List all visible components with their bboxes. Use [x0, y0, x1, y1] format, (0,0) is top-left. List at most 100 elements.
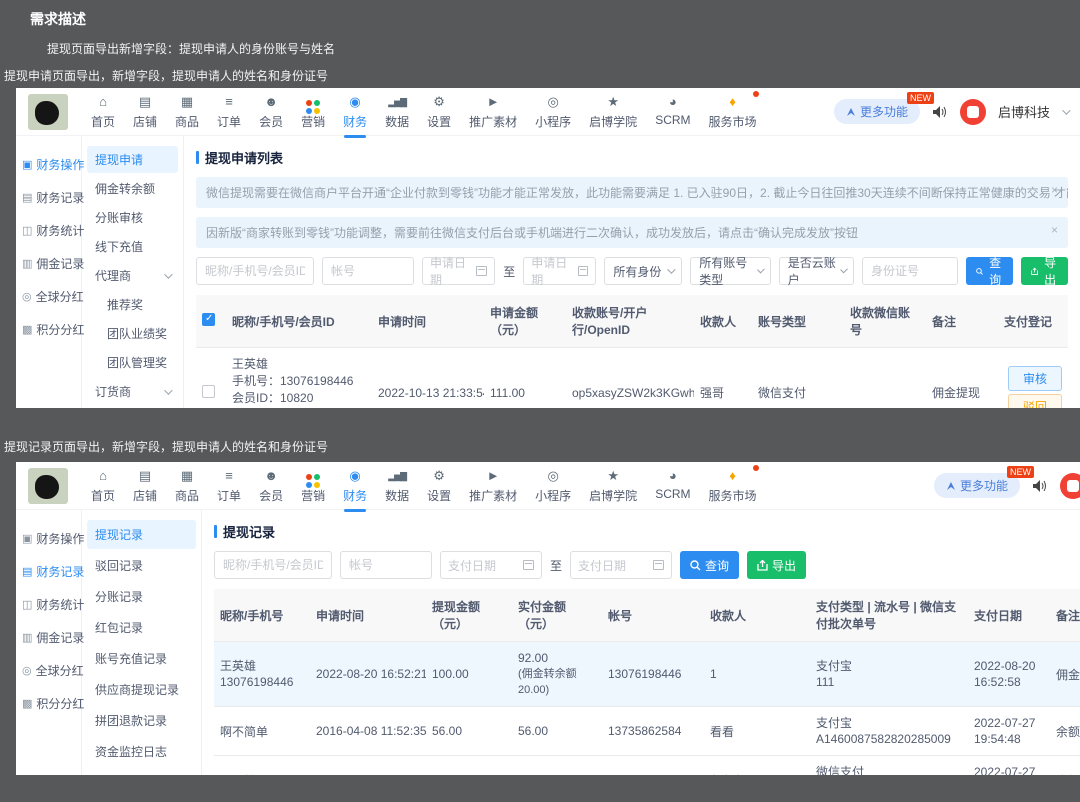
- sidebar-item-global-dividend[interactable]: ◎ 全球分红: [16, 654, 84, 687]
- account-input[interactable]: [340, 551, 432, 579]
- close-icon[interactable]: [1051, 223, 1058, 237]
- submenu-item[interactable]: 团队业绩奖: [87, 320, 178, 347]
- nav-item-miniprogram[interactable]: ◎ 小程序: [526, 94, 580, 130]
- account-type-select[interactable]: 所有账号类型: [690, 256, 771, 287]
- nav-item-orders[interactable]: ≡ 订单: [208, 94, 250, 130]
- sidebar-item-points-dividend[interactable]: ▩ 积分分红: [16, 687, 84, 720]
- submenu-item[interactable]: 推荐奖: [87, 407, 178, 408]
- nav-item-scrm[interactable]: ◕ SCRM: [646, 468, 699, 501]
- bar-chart-icon: ▂▅▇: [388, 96, 407, 107]
- submenu-item[interactable]: 推荐奖: [87, 291, 178, 318]
- sidebar-item-global-dividend[interactable]: ◎ 全球分红: [16, 280, 84, 313]
- nav-item-market[interactable]: ♦ 服务市场: [700, 464, 766, 504]
- sidebar-item-finance-stats[interactable]: ◫ 财务统计: [16, 588, 84, 621]
- account-number: [602, 755, 704, 775]
- submenu-item[interactable]: 分账记录: [87, 582, 196, 611]
- sidebar-groups: ▣ 财务操作 ▤ 财务记录 ◫ 财务统计 ▥ 佣金记录 ◎ 全球分红 ▩ 积分分红: [16, 510, 84, 775]
- apply-date-end-input[interactable]: 申请日期: [523, 256, 597, 287]
- sidebar-item-finance-stats[interactable]: ◫ 财务统计: [16, 214, 84, 247]
- pay-date-start-input[interactable]: 支付日期: [440, 551, 542, 579]
- nav-item-shop[interactable]: ▤ 店铺: [124, 94, 166, 130]
- wechat-account: [844, 347, 926, 408]
- reject-button[interactable]: 驳回: [1008, 394, 1062, 408]
- nav-item-data[interactable]: ▂▅▇ 数据: [376, 468, 418, 504]
- search-button[interactable]: 查询: [680, 551, 740, 579]
- nav-item-finance[interactable]: ◉ 财务: [334, 94, 376, 130]
- pay-date-end-input[interactable]: 支付日期: [570, 551, 673, 579]
- select-all-checkbox[interactable]: [202, 313, 215, 326]
- more-features-button[interactable]: 更多功能 NEW: [833, 92, 934, 124]
- identity-select[interactable]: 所有身份: [604, 257, 683, 285]
- nav-item-settings[interactable]: ⚙ 设置: [418, 94, 460, 130]
- keyword-input[interactable]: [214, 551, 332, 579]
- sidebar-item-commission-records[interactable]: ▥ 佣金记录: [16, 621, 84, 654]
- nav-item-marketing[interactable]: 营销: [292, 468, 334, 504]
- nav-item-promotion[interactable]: ► 推广素材: [460, 94, 526, 130]
- nav-item-scrm[interactable]: ◕ SCRM: [646, 94, 699, 127]
- nav-item-shop[interactable]: ▤ 店铺: [124, 468, 166, 504]
- nav-item-home[interactable]: ⌂ 首页: [82, 468, 124, 504]
- doc-icon: ▤: [22, 566, 33, 578]
- row-checkbox[interactable]: [202, 384, 215, 398]
- nav-item-finance[interactable]: ◉ 财务: [334, 468, 376, 504]
- avatar[interactable]: [959, 98, 986, 125]
- chevron-down-icon: [164, 269, 173, 279]
- submenu-item[interactable]: 佣金转余额审核: [87, 768, 196, 775]
- sidebar-item-commission-records[interactable]: ▥ 佣金记录: [16, 247, 84, 280]
- nav-item-academy[interactable]: ★ 启博学院: [580, 94, 646, 130]
- submenu-item[interactable]: 分账审核: [87, 204, 178, 231]
- nav-item-academy[interactable]: ★ 启博学院: [580, 468, 646, 504]
- goods-icon: ▦: [180, 467, 194, 483]
- nav-item-marketing[interactable]: 营销: [292, 94, 334, 130]
- close-icon[interactable]: [1051, 183, 1058, 197]
- nav-item-settings[interactable]: ⚙ 设置: [418, 468, 460, 504]
- export-button[interactable]: 导出: [747, 551, 807, 579]
- nav-item-data[interactable]: ▂▅▇ 数据: [376, 94, 418, 130]
- nav-item-home[interactable]: ⌂ 首页: [82, 94, 124, 130]
- sidebar-item-finance-operation[interactable]: ▣ 财务操作: [16, 522, 84, 555]
- more-features-button[interactable]: 更多功能 NEW: [933, 466, 1034, 498]
- submenu-group-supplier[interactable]: 订货商: [87, 378, 178, 405]
- apply-date-start-input[interactable]: 申请日期: [422, 256, 496, 287]
- submenu-item[interactable]: 账号充值记录: [87, 644, 196, 673]
- chevron-down-icon[interactable]: [1062, 105, 1071, 115]
- sidebar-item-finance-records[interactable]: ▤ 财务记录: [16, 555, 84, 588]
- cloud-account-select[interactable]: 是否云账户: [778, 256, 854, 287]
- announcement-icon[interactable]: [1032, 479, 1048, 493]
- nav-item-miniprogram[interactable]: ◎ 小程序: [526, 468, 580, 504]
- sidebar-item-finance-records[interactable]: ▤ 财务记录: [16, 181, 84, 214]
- audit-button[interactable]: 审核: [1008, 366, 1062, 391]
- nav-item-market[interactable]: ♦ 服务市场: [700, 90, 766, 130]
- submenu-item[interactable]: 团队管理奖: [87, 349, 178, 376]
- announcement-icon[interactable]: [932, 105, 948, 119]
- nav-item-members[interactable]: ☻ 会员: [250, 468, 292, 504]
- nav-item-members[interactable]: ☻ 会员: [250, 94, 292, 130]
- nav-label: 订单: [217, 114, 242, 129]
- submenu-item[interactable]: 红包记录: [87, 613, 196, 642]
- account-input[interactable]: [322, 257, 414, 285]
- sidebar-item-points-dividend[interactable]: ▩ 积分分红: [16, 313, 84, 346]
- submenu-item[interactable]: 拼团退款记录: [87, 706, 196, 735]
- submenu-item[interactable]: 供应商提现记录: [87, 675, 196, 704]
- avatar[interactable]: [1060, 472, 1080, 499]
- submenu-item[interactable]: 驳回记录: [87, 551, 196, 580]
- company-name[interactable]: 启博科技: [998, 102, 1050, 121]
- nav-label: 首页: [91, 114, 116, 129]
- submenu-group-agent[interactable]: 代理商: [87, 262, 178, 289]
- submenu-item-withdraw-records[interactable]: 提现记录: [87, 520, 196, 549]
- submenu-item-withdraw-apply[interactable]: 提现申请: [87, 146, 178, 173]
- nav-item-goods[interactable]: ▦ 商品: [166, 94, 208, 130]
- submenu-item[interactable]: 资金监控日志: [87, 737, 196, 766]
- id-number-input[interactable]: [861, 257, 958, 285]
- export-button[interactable]: 导出: [1020, 256, 1068, 287]
- nav-item-promotion[interactable]: ► 推广素材: [460, 468, 526, 504]
- keyword-input[interactable]: [196, 257, 314, 285]
- submenu-item[interactable]: 佣金转余额: [87, 175, 178, 202]
- nav-item-goods[interactable]: ▦ 商品: [166, 468, 208, 504]
- submenu-item[interactable]: 线下充值: [87, 233, 178, 260]
- sidebar-item-finance-operation[interactable]: ▣ 财务操作: [16, 148, 84, 181]
- select-value: 是否云账户: [787, 256, 836, 287]
- more-features-label: 更多功能: [859, 105, 908, 119]
- nav-item-orders[interactable]: ≡ 订单: [208, 468, 250, 504]
- search-button[interactable]: 查询: [965, 256, 1013, 287]
